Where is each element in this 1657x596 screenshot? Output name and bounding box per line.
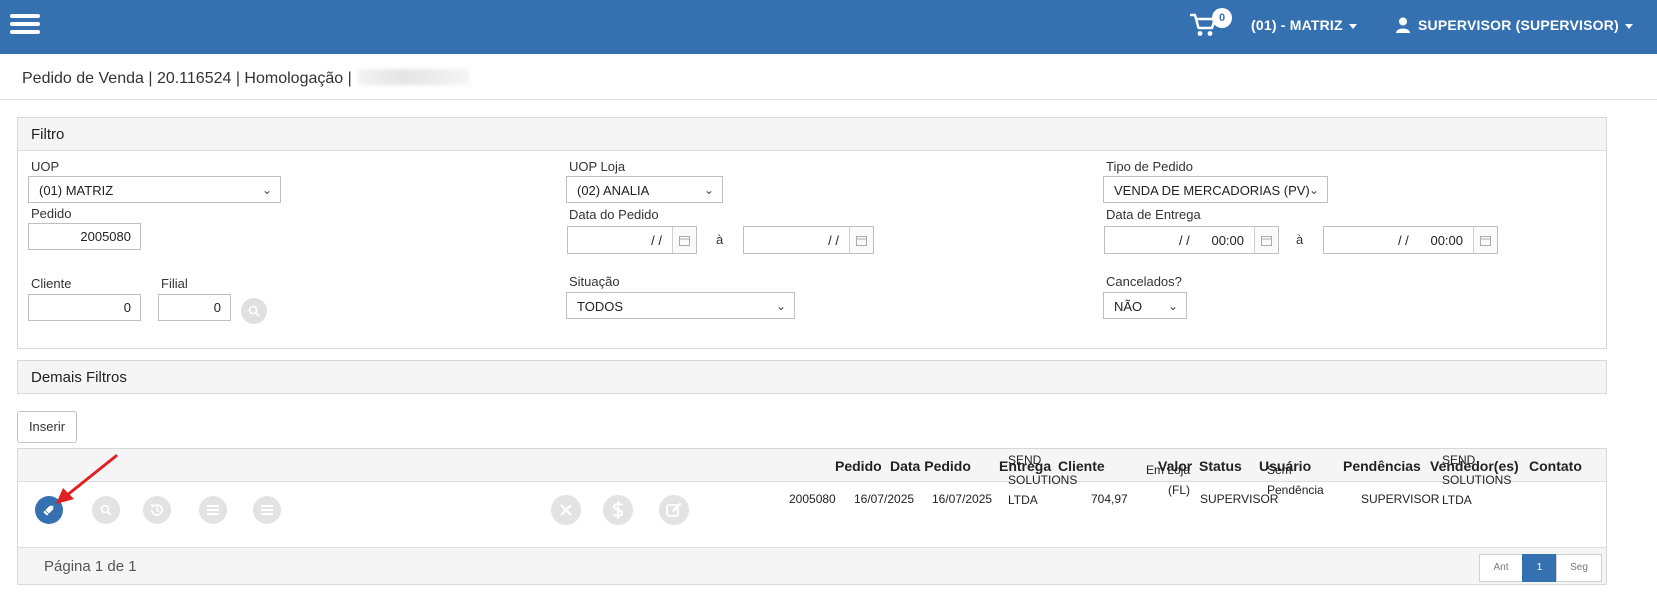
demais-filtros-panel[interactable]: Demais Filtros xyxy=(17,360,1607,394)
data-pedido-from-input[interactable]: / / xyxy=(567,226,697,254)
branch-label: (01) - MATRIZ xyxy=(1251,17,1343,33)
cell-valor: 704,97 xyxy=(1091,492,1128,506)
dollar-icon[interactable] xyxy=(603,495,633,525)
cell-pendencias: Sem Pendência xyxy=(1267,463,1324,497)
filter-panel-title: Filtro xyxy=(18,118,1606,151)
cell-vendedores: SUPERVISOR xyxy=(1361,492,1440,506)
calendar-icon[interactable] xyxy=(1254,227,1278,253)
col-pedido[interactable]: Pedido xyxy=(835,458,882,474)
chevron-down-icon: ⌄ xyxy=(1167,299,1178,313)
user-dropdown[interactable]: SUPERVISOR (SUPERVISOR) xyxy=(1396,17,1633,36)
page-1-button[interactable]: 1 xyxy=(1522,554,1557,582)
cell-pedido: 2005080 xyxy=(789,492,836,506)
page-info: Página 1 de 1 xyxy=(44,558,137,575)
page-title: Pedido de Venda | 20.116524 | Homologaçã… xyxy=(22,69,470,88)
uop-loja-label: UOP Loja xyxy=(569,159,626,174)
col-contato[interactable]: Contato xyxy=(1529,458,1582,474)
uop-select[interactable]: (01) MATRIZ ⌄ xyxy=(28,176,281,203)
uop-label: UOP xyxy=(31,159,60,174)
cliente-input[interactable]: 0 xyxy=(28,294,141,321)
chevron-down-icon: ⌄ xyxy=(703,183,714,197)
prev-page-button[interactable]: Ant xyxy=(1479,554,1523,582)
cell-data-pedido: 16/07/2025 xyxy=(854,492,915,506)
cancelados-select[interactable]: NÃO ⌄ xyxy=(1103,292,1187,319)
col-data-pedido[interactable]: Data Pedido xyxy=(890,458,971,474)
insert-button[interactable]: Inserir xyxy=(17,411,77,443)
uop-loja-select[interactable]: (02) ANALIA ⌄ xyxy=(566,176,723,203)
search-client-button[interactable] xyxy=(241,298,267,324)
menu-icon[interactable] xyxy=(10,14,40,34)
data-pedido-to-input[interactable]: / / xyxy=(743,226,874,254)
cart-count-badge: 0 xyxy=(1212,8,1232,28)
top-navbar: 0 (01) - MATRIZ SUPERVISOR (SUPERVISOR) xyxy=(0,0,1657,54)
cancel-icon[interactable] xyxy=(551,495,581,525)
filial-input[interactable]: 0 xyxy=(158,294,231,321)
user-label: SUPERVISOR (SUPERVISOR) xyxy=(1418,17,1619,33)
cell-cliente: SEND SOLUTIONS LTDA xyxy=(1008,453,1078,507)
cliente-label: Cliente xyxy=(31,276,72,291)
next-page-button[interactable]: Seg xyxy=(1556,554,1602,582)
col-status[interactable]: Status xyxy=(1199,458,1242,474)
orders-table: Pedido Data Pedido Entrega Cliente Valor… xyxy=(17,448,1607,585)
filial-label: Filial xyxy=(161,276,188,291)
chevron-down-icon: ⌄ xyxy=(1308,183,1319,197)
user-icon xyxy=(1396,17,1410,36)
history-icon[interactable] xyxy=(143,496,171,524)
search-icon xyxy=(248,305,260,317)
chevron-down-icon xyxy=(1348,23,1357,29)
pedido-label: Pedido xyxy=(31,206,72,221)
redacted-text xyxy=(357,69,470,85)
data-entrega-label: Data de Entrega xyxy=(1106,207,1201,222)
page-header: Pedido de Venda | 20.116524 | Homologaçã… xyxy=(0,54,1657,100)
calendar-icon[interactable] xyxy=(849,227,873,253)
chevron-down-icon: ⌄ xyxy=(775,299,786,313)
data-pedido-label: Data do Pedido xyxy=(569,207,659,222)
branch-dropdown[interactable]: (01) - MATRIZ xyxy=(1251,17,1357,33)
demais-filtros-title: Demais Filtros xyxy=(18,361,1606,393)
table-footer: Página 1 de 1 Ant 1 Seg xyxy=(18,547,1606,584)
chevron-down-icon: ⌄ xyxy=(261,183,272,197)
data-entrega-from-input[interactable]: / / 00:00 xyxy=(1104,226,1279,254)
date-range-separator: à xyxy=(1296,232,1304,247)
list-icon[interactable] xyxy=(253,496,281,524)
list-icon[interactable] xyxy=(199,496,227,524)
situacao-label: Situação xyxy=(569,274,620,289)
cell-entrega: 16/07/2025 xyxy=(932,492,993,506)
cancelados-label: Cancelados? xyxy=(1106,274,1182,289)
tipo-pedido-label: Tipo de Pedido xyxy=(1106,159,1193,174)
calendar-icon[interactable] xyxy=(1473,227,1497,253)
situacao-select[interactable]: TODOS ⌄ xyxy=(566,292,795,319)
pagination: Ant 1 Seg xyxy=(1479,554,1602,582)
cell-contato: SEND SOLUTIONS LTDA xyxy=(1442,453,1512,507)
cell-status: Em Loja (FL) xyxy=(1145,463,1190,497)
chevron-down-icon xyxy=(1624,23,1633,29)
edit-note-icon[interactable] xyxy=(659,495,689,525)
pedido-input[interactable]: 2005080 xyxy=(28,223,141,250)
date-range-separator: à xyxy=(716,232,724,247)
table-header: Pedido Data Pedido Entrega Cliente Valor… xyxy=(18,449,1606,482)
data-entrega-to-input[interactable]: / / 00:00 xyxy=(1323,226,1498,254)
calendar-icon[interactable] xyxy=(672,227,696,253)
tipo-pedido-select[interactable]: VENDA DE MERCADORIAS (PV) ⌄ xyxy=(1103,176,1328,203)
col-pendencias[interactable]: Pendências xyxy=(1343,458,1421,474)
annotation-arrow xyxy=(56,454,118,504)
